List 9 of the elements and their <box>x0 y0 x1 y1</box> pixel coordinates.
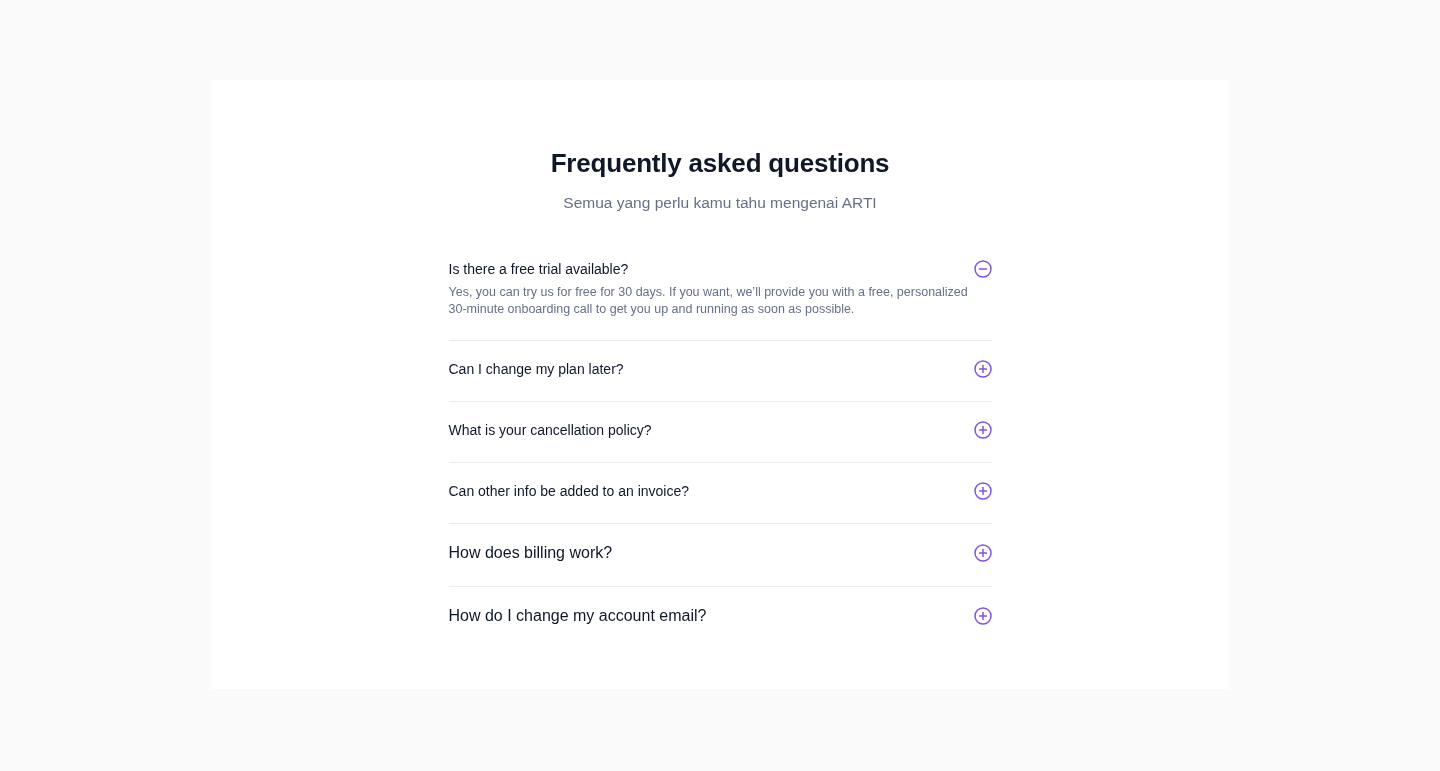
faq-question[interactable]: Can I change my plan later? <box>448 359 992 379</box>
faq-question[interactable]: How does billing work? <box>448 542 992 564</box>
page-subheading: Semua yang perlu kamu tahu mengenai ARTI <box>563 193 877 213</box>
faq-question[interactable]: Can other info be added to an invoice? <box>448 481 992 501</box>
faq-question[interactable]: Is there a free trial available? <box>448 259 992 279</box>
faq-answer: Yes, you can try us for free for 30 days. If you want, we’ll provide you with a free, personalized 30-minute onboarding call to get you up and running as soon as possible. <box>448 284 969 318</box>
faq-question[interactable]: What is your cancellation policy? <box>448 420 992 440</box>
faq-question[interactable]: How do I change my account email? <box>448 605 992 627</box>
page-heading: Frequently asked questions <box>550 147 890 179</box>
